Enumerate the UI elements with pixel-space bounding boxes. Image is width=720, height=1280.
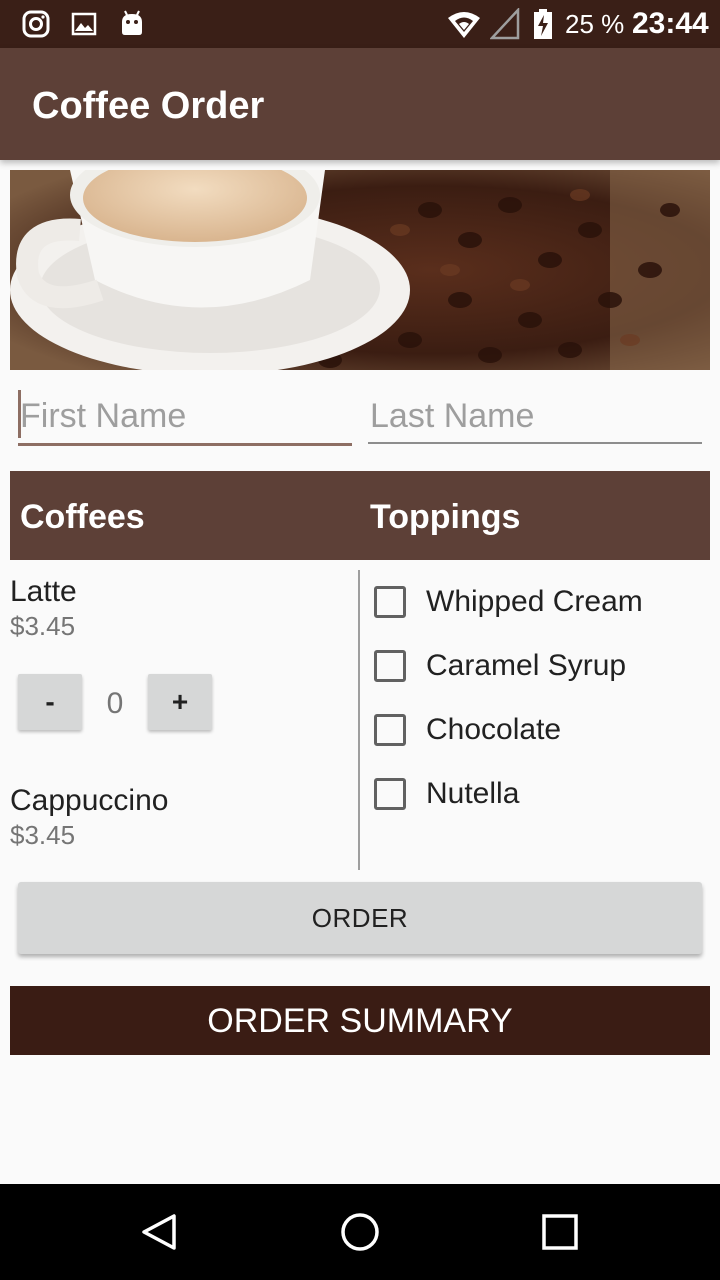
first-name-underline	[18, 443, 352, 446]
column-divider	[358, 570, 360, 870]
coffee-price: $3.45	[10, 820, 76, 850]
topping-checkbox[interactable]	[374, 714, 406, 746]
topping-row[interactable]: Whipped Cream	[374, 582, 643, 622]
coffee-name: Cappuccino	[10, 784, 169, 817]
last-name-underline	[368, 442, 702, 444]
signal-icon	[490, 8, 520, 40]
recents-icon[interactable]	[542, 1214, 578, 1250]
coffees-heading: Coffees	[20, 498, 145, 536]
battery-charging-icon	[534, 9, 552, 39]
app-bar: Coffee Order	[0, 48, 720, 160]
android-icon	[122, 10, 142, 35]
order-summary-label: ORDER SUMMARY	[207, 1001, 513, 1040]
image-icon	[71, 12, 97, 36]
decrement-button[interactable]: -	[18, 674, 82, 730]
home-icon[interactable]	[340, 1212, 380, 1252]
topping-row[interactable]: Nutella	[374, 774, 519, 814]
clock: 23:44	[632, 7, 709, 40]
topping-label: Nutella	[426, 777, 520, 810]
navigation-bar	[0, 1184, 720, 1280]
coffee-hero-image	[10, 170, 710, 370]
order-button[interactable]: ORDER	[18, 882, 702, 954]
order-summary-bar: ORDER SUMMARY	[10, 986, 710, 1055]
coffee-item-cappuccino: Cappuccino $3.45	[10, 784, 168, 850]
topping-checkbox[interactable]	[374, 586, 406, 618]
back-icon[interactable]	[140, 1212, 180, 1252]
instagram-icon	[22, 10, 50, 38]
increment-button[interactable]: +	[148, 674, 212, 730]
topping-label: Chocolate	[426, 713, 562, 746]
quantity-value: 0	[106, 687, 124, 720]
topping-label: Caramel Syrup	[426, 649, 627, 682]
topping-label: Whipped Cream	[426, 585, 643, 618]
last-name-input[interactable]	[368, 388, 702, 444]
topping-checkbox[interactable]	[374, 650, 406, 682]
coffee-price: $3.45	[10, 611, 76, 641]
battery-percent: 25 %	[565, 9, 625, 39]
coffee-item-latte: Latte $3.45	[10, 575, 77, 641]
toppings-heading: Toppings	[370, 498, 521, 536]
coffee-name: Latte	[10, 575, 77, 608]
status-bar: 25 % 23:44	[0, 0, 720, 48]
section-header: Coffees Toppings	[10, 471, 710, 560]
text-cursor	[18, 390, 21, 438]
topping-row[interactable]: Caramel Syrup	[374, 646, 626, 686]
wifi-icon	[448, 12, 480, 38]
topping-checkbox[interactable]	[374, 778, 406, 810]
app-title: Coffee Order	[32, 85, 265, 127]
first-name-input[interactable]	[18, 388, 352, 444]
topping-row[interactable]: Chocolate	[374, 710, 561, 750]
